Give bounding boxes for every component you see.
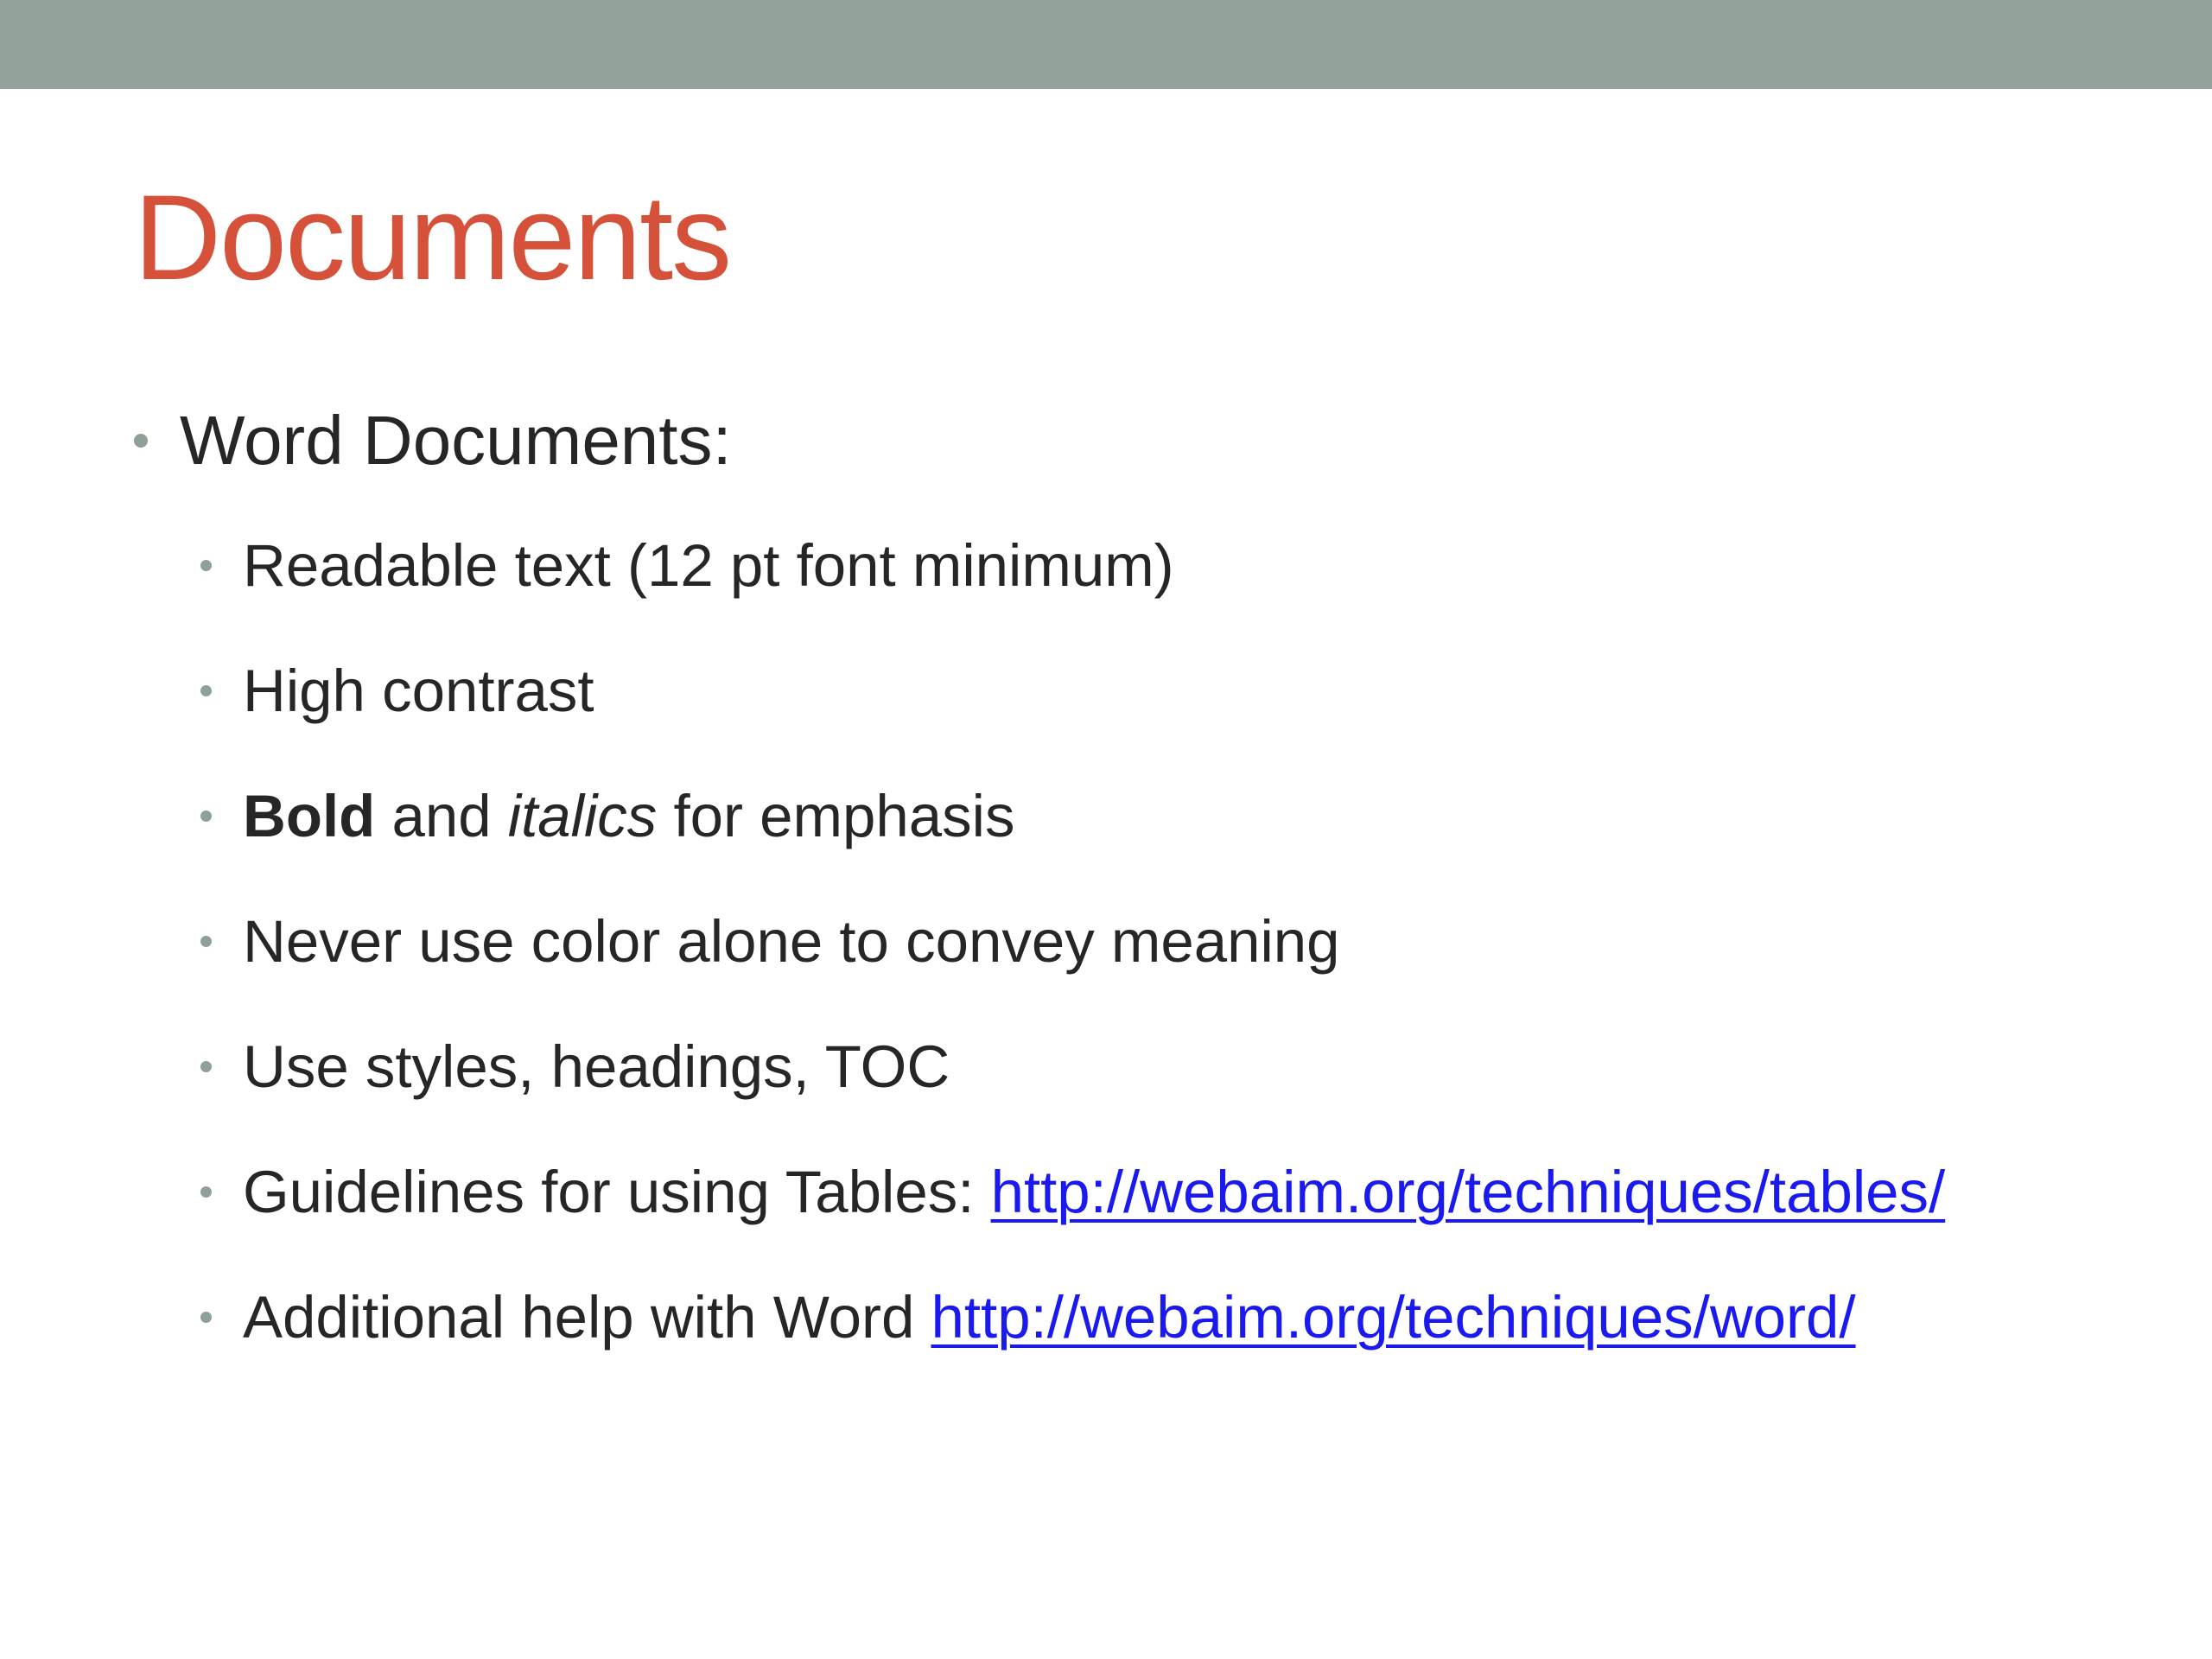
- list-item-word: Additional help with Word http://webaim.…: [200, 1282, 1856, 1351]
- slide-title: Documents: [134, 169, 732, 305]
- list-item-text: High contrast: [243, 657, 594, 724]
- list-item-contrast: High contrast: [200, 656, 594, 725]
- list-item-color: Never use color alone to convey meaning: [200, 906, 1340, 976]
- bullet-dot-icon: [200, 1311, 212, 1323]
- main-bullet: Word Documents:: [134, 406, 732, 475]
- list-item-text: Use styles, headings, TOC: [243, 1033, 950, 1100]
- list-item-text: Never use color alone to convey meaning: [243, 907, 1340, 975]
- emphasis-rest-text: for emphasis: [657, 782, 1015, 849]
- word-label: Additional help with Word: [243, 1283, 931, 1351]
- tables-link[interactable]: http://webaim.org/techniques/tables/: [991, 1159, 1946, 1225]
- bullet-dot-icon: [200, 559, 212, 571]
- bullet-dot-icon: [200, 684, 212, 696]
- bullet-dot-icon: [200, 935, 212, 947]
- list-item-emphasis: Bold and italics for emphasis: [200, 781, 1014, 850]
- italic-text: italics: [507, 782, 658, 849]
- list-item-tables: Guidelines for using Tables: http://weba…: [200, 1157, 1945, 1226]
- bullet-dot-icon: [134, 434, 148, 448]
- list-item-readable: Readable text (12 pt font minimum): [200, 531, 1174, 600]
- main-bullet-text: Word Documents:: [180, 402, 732, 479]
- list-item-styles: Use styles, headings, TOC: [200, 1032, 950, 1101]
- bullet-dot-icon: [200, 810, 212, 822]
- bullet-dot-icon: [200, 1060, 212, 1072]
- top-accent-bar: [0, 0, 2212, 89]
- connector-text: and: [375, 782, 508, 849]
- list-item-text: Bold and italics for emphasis: [243, 786, 1014, 846]
- bullet-dot-icon: [200, 1185, 212, 1198]
- bold-text: Bold: [243, 782, 376, 849]
- list-item-text: Readable text (12 pt font minimum): [243, 531, 1174, 599]
- list-item-text: Guidelines for using Tables: http://weba…: [243, 1162, 1945, 1222]
- word-link[interactable]: http://webaim.org/techniques/word/: [931, 1284, 1856, 1351]
- list-item-text: Additional help with Word http://webaim.…: [243, 1287, 1856, 1347]
- tables-label: Guidelines for using Tables:: [243, 1158, 991, 1225]
